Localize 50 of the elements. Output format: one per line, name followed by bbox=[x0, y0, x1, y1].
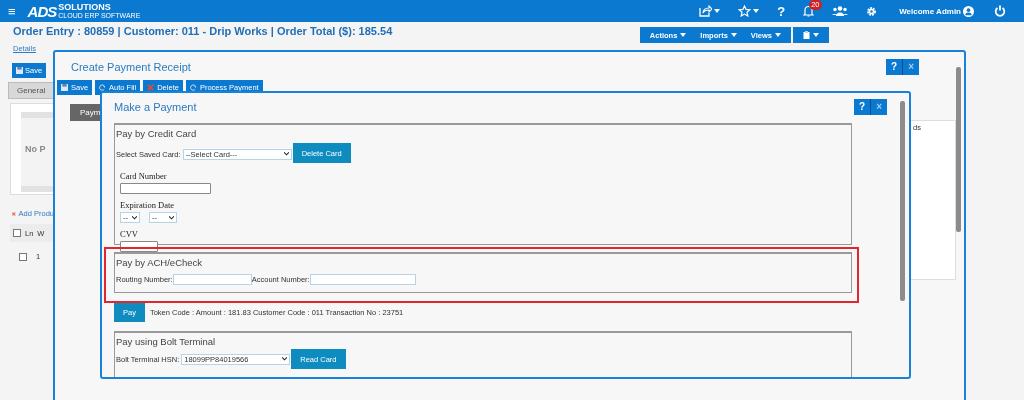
scrollbar[interactable] bbox=[900, 101, 905, 301]
caret-icon bbox=[714, 9, 721, 13]
field-label: Card Number bbox=[120, 171, 167, 181]
dialog-title: Create Payment Receipt bbox=[71, 61, 191, 73]
caret-icon bbox=[775, 33, 781, 37]
clipboard-icon bbox=[803, 31, 810, 39]
star-icon[interactable] bbox=[738, 5, 752, 17]
close-button[interactable]: × bbox=[870, 99, 887, 115]
floppy-icon bbox=[16, 67, 23, 74]
welcome-text: Welcome Admin bbox=[899, 6, 961, 16]
section-title: Pay by Credit Card bbox=[116, 128, 198, 139]
power-icon[interactable] bbox=[994, 5, 1006, 17]
field-label: Expiration Date bbox=[120, 200, 175, 210]
section-title: Pay by ACH/eCheck bbox=[116, 257, 204, 268]
input-field[interactable] bbox=[172, 274, 252, 285]
share-icon[interactable] bbox=[699, 5, 713, 17]
section-title: Pay using Bolt Terminal bbox=[116, 336, 217, 347]
dialog-title: Make a Payment bbox=[114, 101, 197, 113]
help-button[interactable]: ? bbox=[886, 59, 903, 75]
settings-icon[interactable] bbox=[866, 5, 878, 17]
caret-icon bbox=[282, 357, 288, 361]
input-field[interactable] bbox=[120, 241, 158, 252]
scrollbar[interactable] bbox=[956, 67, 961, 232]
delete-icon bbox=[147, 84, 155, 91]
refresh-icon bbox=[99, 84, 107, 91]
caret-icon bbox=[680, 33, 687, 37]
tab[interactable]: General bbox=[8, 82, 54, 99]
caret-icon bbox=[813, 33, 819, 37]
caret-icon bbox=[132, 215, 137, 220]
refresh-icon bbox=[189, 84, 197, 91]
checkbox[interactable] bbox=[13, 229, 21, 237]
caret-icon bbox=[753, 9, 760, 13]
help-icon[interactable]: ? bbox=[777, 3, 786, 19]
page-title: Order Entry : 80859 | Customer: 011 - Drip Works | Order Total ($): 185.54 bbox=[13, 25, 393, 37]
caret-icon bbox=[730, 33, 737, 37]
checkbox[interactable] bbox=[19, 252, 27, 261]
caret-icon bbox=[169, 215, 174, 220]
help-button[interactable]: ? bbox=[854, 99, 871, 115]
users-icon[interactable] bbox=[832, 6, 849, 16]
field-label: CVV bbox=[120, 229, 138, 239]
menu-icon[interactable]: ≡ bbox=[8, 4, 16, 18]
input-field[interactable] bbox=[309, 274, 416, 285]
delete-icon bbox=[12, 209, 16, 218]
floppy-icon bbox=[61, 84, 68, 91]
close-button[interactable]: × bbox=[902, 59, 919, 75]
bell-icon[interactable] bbox=[803, 5, 815, 17]
caret-icon bbox=[283, 152, 289, 156]
placeholder-text: No P bbox=[25, 144, 46, 154]
user-icon[interactable] bbox=[963, 5, 974, 17]
input-field[interactable] bbox=[120, 183, 211, 194]
